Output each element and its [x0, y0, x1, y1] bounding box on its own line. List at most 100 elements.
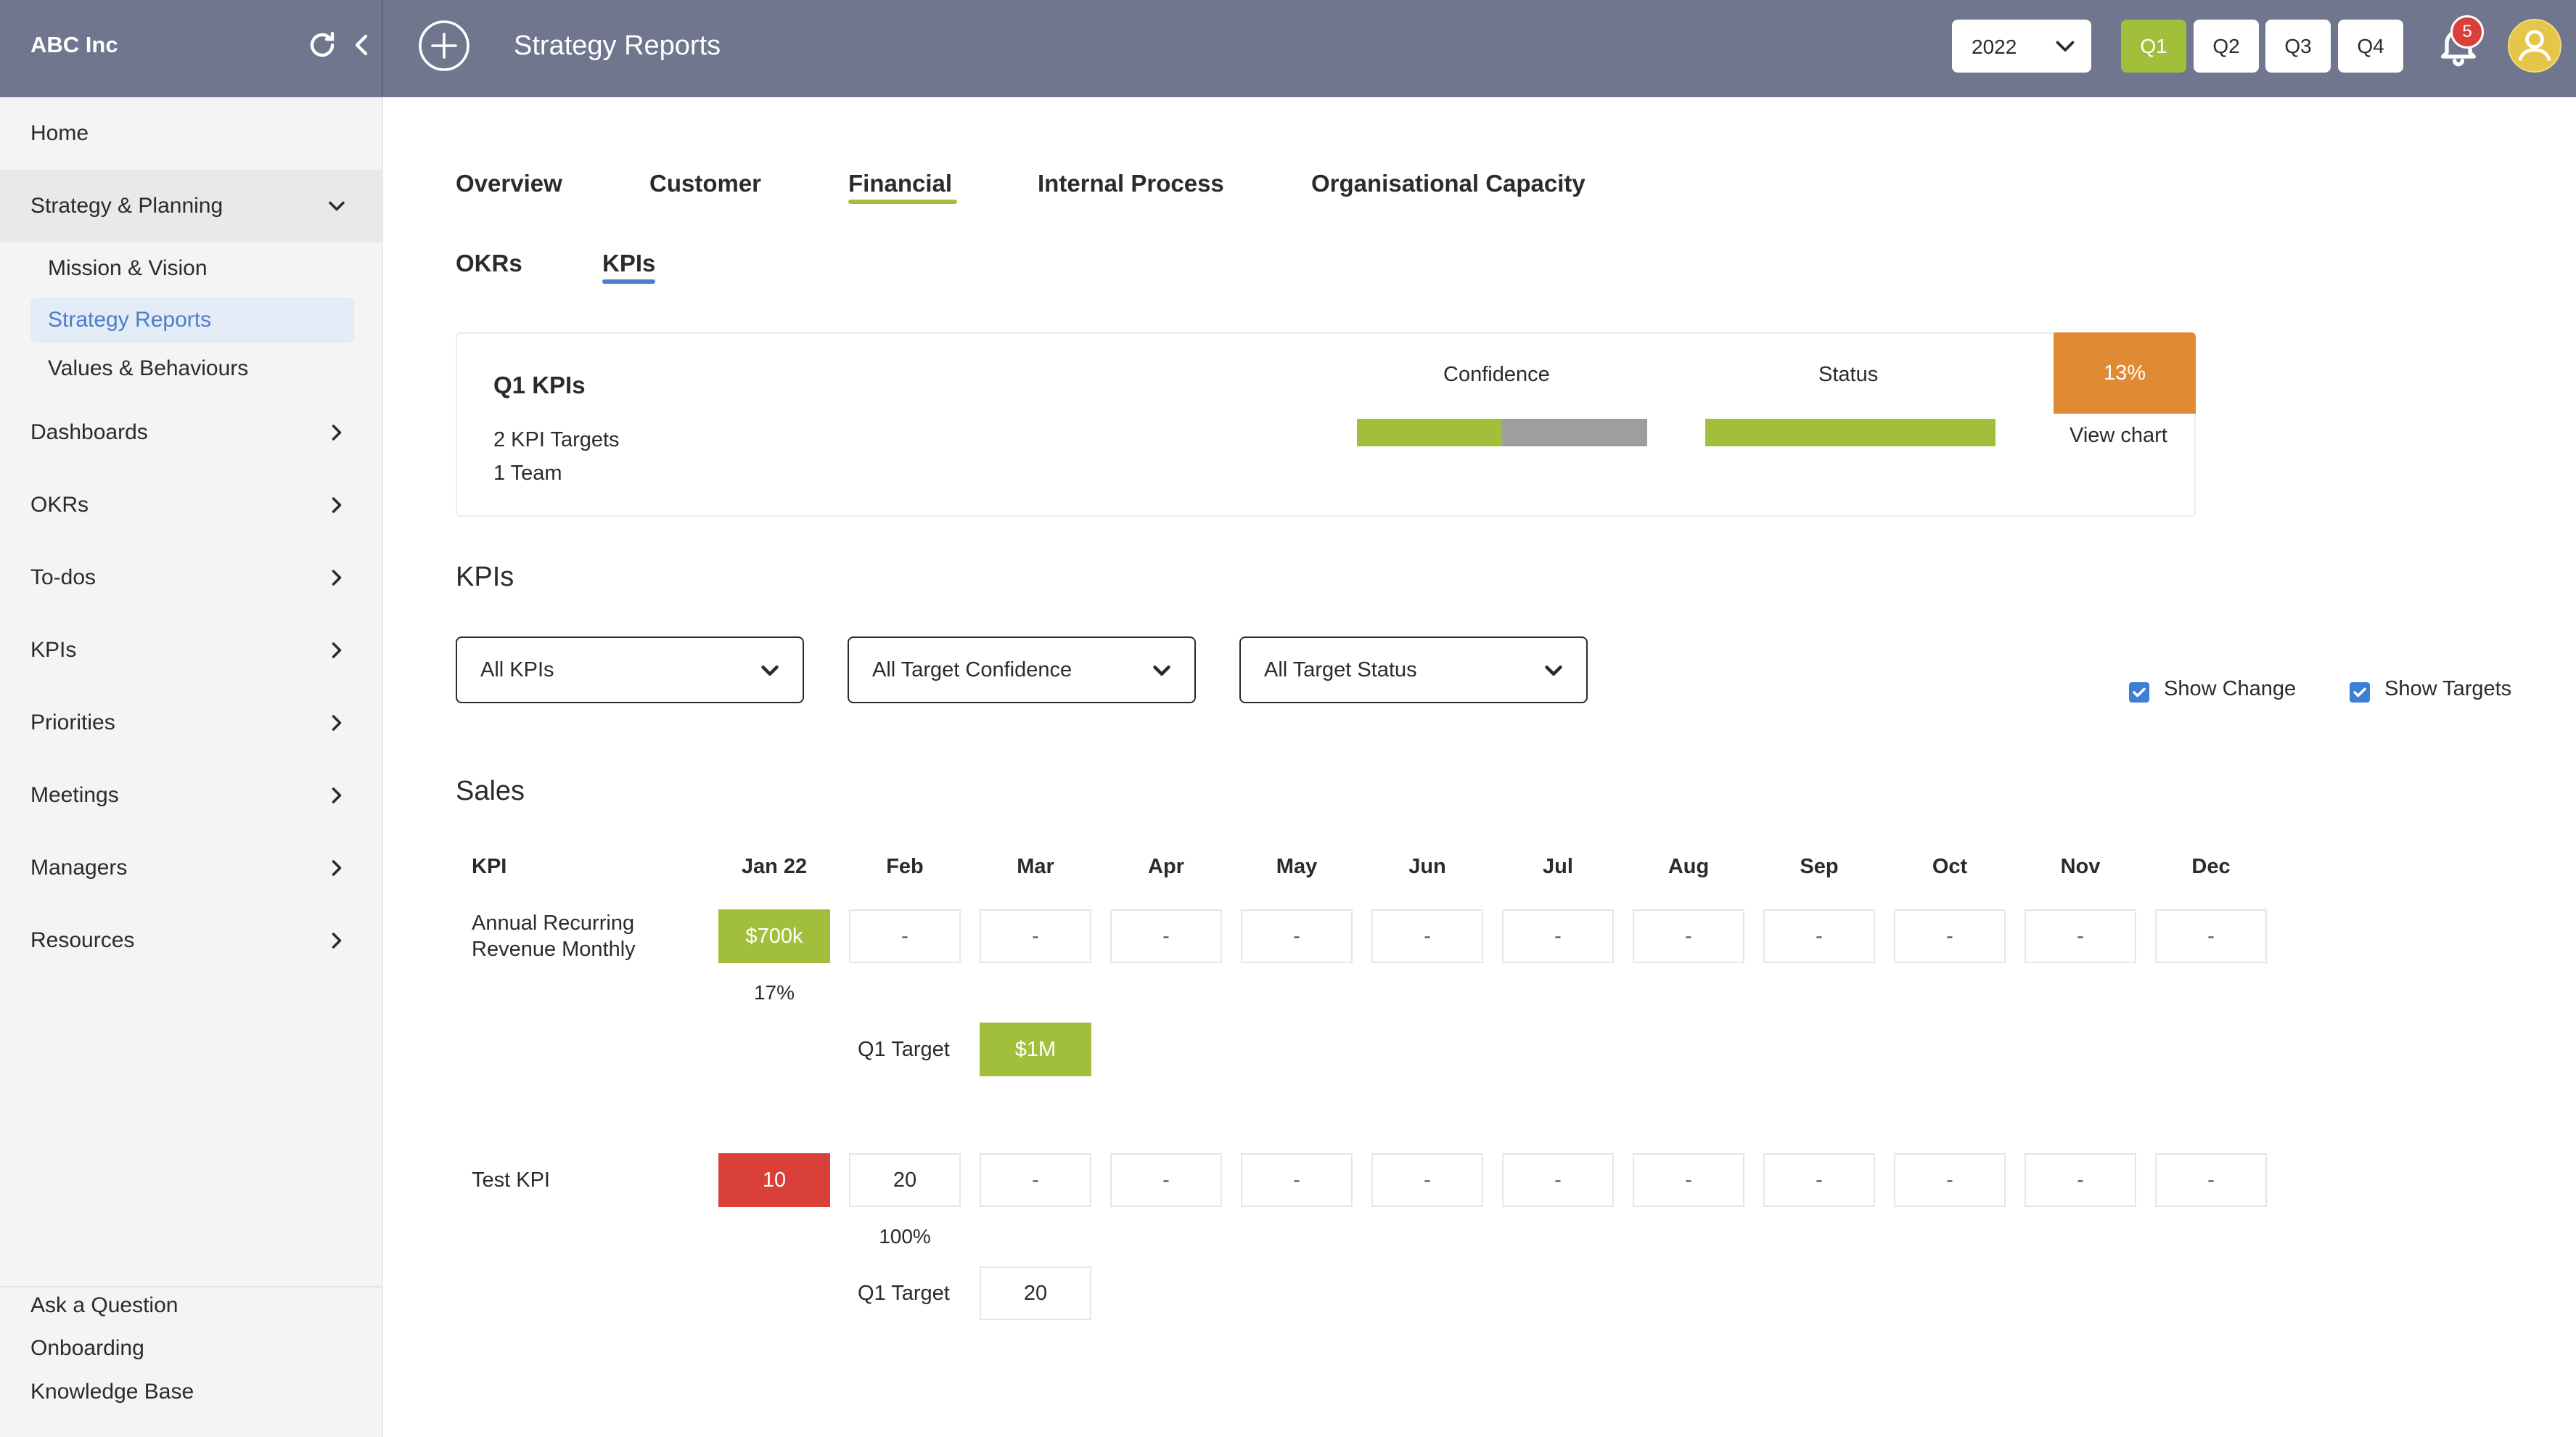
- filter-all-kpis[interactable]: All KPIs: [456, 636, 804, 703]
- kpi-cell[interactable]: -: [1241, 1153, 1353, 1207]
- kpi-cell[interactable]: -: [2025, 909, 2136, 963]
- sidebar-item-resources[interactable]: Resources: [0, 904, 382, 977]
- chevron-right-icon: [332, 497, 342, 513]
- sidebar-item-priorities[interactable]: Priorities: [0, 687, 382, 759]
- sidebar-subitem-strategy-reports[interactable]: Strategy Reports: [30, 298, 354, 343]
- show-targets-checkbox[interactable]: [2350, 682, 2370, 703]
- table-header-month: Oct: [1932, 855, 1968, 878]
- subtab-okrs[interactable]: OKRs: [456, 250, 522, 277]
- view-chart-link[interactable]: View chart: [2070, 424, 2167, 448]
- kpi-cell[interactable]: -: [1633, 1153, 1744, 1207]
- table-header-month: Jan 22: [741, 855, 808, 878]
- progress-percent-badge[interactable]: 13%: [2054, 332, 2196, 414]
- collapse-sidebar-icon[interactable]: [345, 28, 380, 62]
- table-header-month: Jul: [1543, 855, 1573, 878]
- kpi-cell[interactable]: -: [1110, 1153, 1222, 1207]
- sidebar-item-todos[interactable]: To-dos: [0, 541, 382, 614]
- sidebar-item-label: Priorities: [30, 711, 115, 734]
- sidebar-item-dashboards[interactable]: Dashboards: [0, 396, 382, 469]
- sidebar-item-strategy-planning[interactable]: Strategy & Planning: [0, 170, 382, 242]
- year-select[interactable]: 2022: [1952, 20, 2091, 73]
- sidebar-item-managers[interactable]: Managers: [0, 832, 382, 904]
- q1-target-cell[interactable]: $1M: [980, 1023, 1091, 1076]
- filter-target-confidence[interactable]: All Target Confidence: [848, 636, 1196, 703]
- add-icon[interactable]: [418, 20, 470, 72]
- onboarding-link[interactable]: Onboarding: [30, 1336, 144, 1361]
- tab-overview[interactable]: Overview: [456, 170, 562, 197]
- kpi-cell[interactable]: -: [1110, 909, 1222, 963]
- summary-title: Q1 KPIs: [493, 372, 586, 398]
- table-header-month: May: [1276, 855, 1318, 878]
- tab-financial[interactable]: Financial: [848, 170, 952, 197]
- tab-organisational-capacity[interactable]: Organisational Capacity: [1311, 170, 1586, 197]
- quarter-button-q1[interactable]: Q1: [2121, 20, 2186, 73]
- sidebar-item-label: Resources: [30, 928, 135, 952]
- kpi-cell[interactable]: -: [1763, 1153, 1875, 1207]
- filter-target-status[interactable]: All Target Status: [1239, 636, 1588, 703]
- show-targets-label: Show Targets: [2384, 677, 2512, 700]
- kpi-cell[interactable]: -: [1894, 909, 2006, 963]
- kpi-cell[interactable]: -: [2025, 1153, 2136, 1207]
- kpi-cell[interactable]: -: [2155, 909, 2267, 963]
- kpi-cell[interactable]: -: [980, 909, 1091, 963]
- kpi-cell[interactable]: -: [980, 1153, 1091, 1207]
- table-header-month: Apr: [1148, 855, 1184, 878]
- kpi-name-arr[interactable]: Annual Recurring Revenue Monthly: [472, 910, 636, 962]
- subtab-kpis[interactable]: KPIs: [602, 250, 655, 277]
- kpi-cell[interactable]: -: [1371, 1153, 1483, 1207]
- q1-target-label: Q1 Target: [858, 1282, 950, 1305]
- kpi-cell[interactable]: 10: [718, 1153, 830, 1207]
- quarter-button-q4[interactable]: Q4: [2338, 20, 2403, 73]
- sidebar-item-home[interactable]: Home: [0, 97, 382, 170]
- kpi-cell[interactable]: $700k: [718, 909, 830, 963]
- avatar[interactable]: [2508, 19, 2561, 73]
- quarter-button-q2[interactable]: Q2: [2194, 20, 2259, 73]
- kpi-cell[interactable]: 20: [849, 1153, 961, 1207]
- sidebar-subitem-values-behaviours[interactable]: Values & Behaviours: [30, 346, 354, 391]
- table-header-month: Feb: [886, 855, 924, 878]
- check-icon: [2353, 687, 2366, 697]
- kpi-cell[interactable]: -: [1633, 909, 1744, 963]
- topbar-divider: [382, 0, 383, 97]
- confidence-label: Confidence: [1443, 363, 1550, 386]
- quarter-button-q3[interactable]: Q3: [2265, 20, 2331, 73]
- kpi-cell[interactable]: -: [1894, 1153, 2006, 1207]
- kpi-cell[interactable]: -: [1502, 1153, 1614, 1207]
- table-header-month: Dec: [2191, 855, 2231, 878]
- sidebar-item-kpis[interactable]: KPIs: [0, 614, 382, 687]
- filter-value: All KPIs: [480, 658, 554, 681]
- confidence-bar[interactable]: [1357, 419, 1647, 446]
- kpi-cell[interactable]: -: [1241, 909, 1353, 963]
- chevron-right-icon: [332, 425, 342, 441]
- kpi-cell[interactable]: -: [2155, 1153, 2267, 1207]
- status-segment-on-track: [1705, 419, 1995, 446]
- status-bar[interactable]: [1705, 419, 1995, 446]
- notification-badge: 5: [2450, 15, 2484, 49]
- show-change-checkbox[interactable]: [2129, 682, 2149, 703]
- chevron-down-icon: [1545, 666, 1562, 676]
- sidebar-item-meetings[interactable]: Meetings: [0, 759, 382, 832]
- table-header-month: Jun: [1408, 855, 1446, 878]
- sidebar-item-okrs[interactable]: OKRs: [0, 469, 382, 541]
- knowledge-base-link[interactable]: Knowledge Base: [30, 1380, 194, 1404]
- user-icon: [2518, 30, 2551, 62]
- chevron-right-icon: [332, 787, 342, 803]
- sidebar-subitem-mission-vision[interactable]: Mission & Vision: [30, 246, 354, 291]
- summary-teams: 1 Team: [493, 462, 562, 485]
- sidebar-item-label: Meetings: [30, 783, 119, 807]
- tab-internal-process[interactable]: Internal Process: [1038, 170, 1224, 197]
- q1-target-cell[interactable]: 20: [980, 1266, 1091, 1320]
- tab-customer[interactable]: Customer: [649, 170, 761, 197]
- kpi-cell[interactable]: -: [1763, 909, 1875, 963]
- show-change-label: Show Change: [2164, 677, 2297, 700]
- ask-question-link[interactable]: Ask a Question: [30, 1293, 178, 1318]
- refresh-icon[interactable]: [305, 28, 340, 62]
- kpi-change-value: 17%: [753, 981, 795, 1004]
- kpi-cell[interactable]: -: [1371, 909, 1483, 963]
- chevron-down-icon: [329, 201, 345, 211]
- sidebar-footer-divider: [0, 1286, 382, 1287]
- table-header-kpi: KPI: [472, 855, 507, 878]
- kpi-name-test[interactable]: Test KPI: [472, 1167, 550, 1193]
- kpi-cell[interactable]: -: [849, 909, 961, 963]
- kpi-cell[interactable]: -: [1502, 909, 1614, 963]
